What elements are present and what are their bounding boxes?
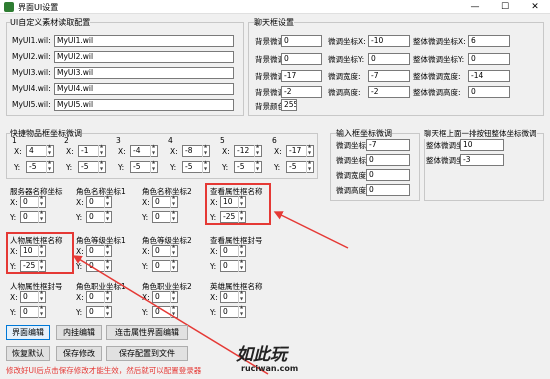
inner-edit-button[interactable]: 内挂编辑	[56, 325, 102, 340]
connect-edit-button[interactable]: 连击属性界面编辑	[106, 325, 188, 340]
annotation-arrows	[72, 211, 349, 375]
watermark-logo: 如此玩	[236, 345, 287, 365]
save-to-file-button[interactable]: 保存配置到文件	[106, 346, 188, 361]
arrow-to-view-name	[273, 211, 349, 249]
restore-default-button[interactable]: 恢复默认	[6, 346, 50, 361]
watermark-url: ruciwan.com	[241, 364, 299, 373]
save-hint: 修改好UI后点击保存修改才能生效，然后就可以配置登录器	[6, 366, 202, 375]
save-changes-button[interactable]: 保存修改	[56, 346, 102, 361]
ui-edit-button[interactable]: 界面编辑	[6, 325, 50, 340]
